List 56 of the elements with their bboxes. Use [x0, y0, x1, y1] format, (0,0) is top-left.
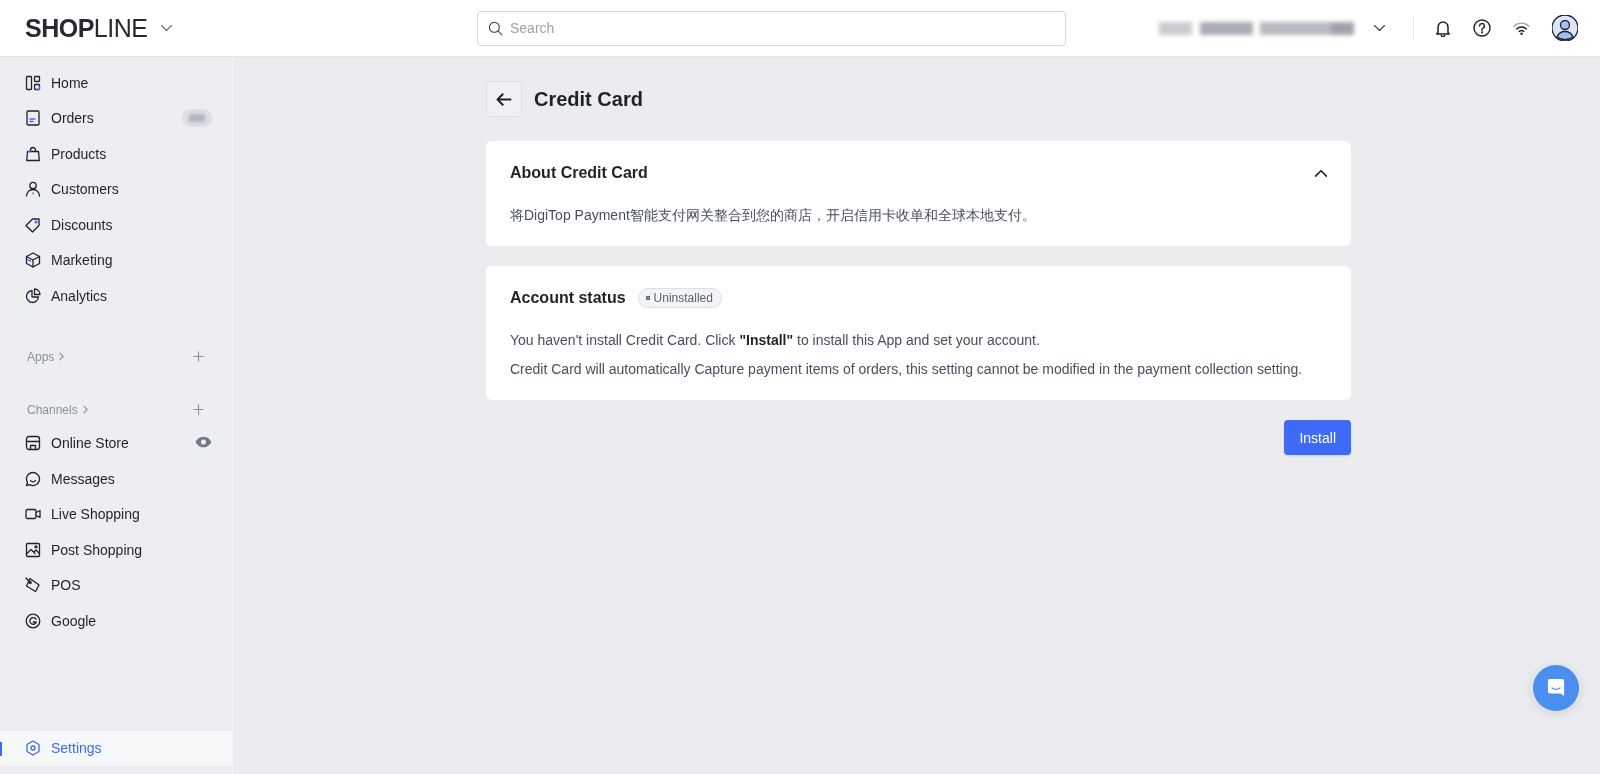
nav-item[interactable]: Marketing [0, 242, 232, 278]
tag-icon [25, 216, 41, 233]
nav-item[interactable]: Analytics [0, 278, 232, 314]
chat-button[interactable] [1533, 665, 1579, 711]
chevron-up-icon[interactable] [1315, 169, 1327, 177]
blurred-badge [182, 109, 212, 128]
nav-item[interactable]: Products [0, 136, 232, 172]
circle-logo-icon [25, 612, 41, 629]
nav-item[interactable]: Online Store [0, 425, 232, 461]
nav-item[interactable]: Post Shopping [0, 532, 232, 568]
cube-icon [25, 252, 41, 269]
grid-icon [25, 74, 41, 91]
arrow-left-icon [496, 92, 512, 106]
chevron-right-icon [82, 405, 88, 414]
pie-chart-icon [25, 287, 41, 304]
caret-icon[interactable] [1374, 25, 1385, 31]
nav-item[interactable]: Home [0, 65, 232, 101]
chevron-right-icon [59, 352, 65, 361]
install-button[interactable]: Install [1284, 420, 1351, 455]
nav-item[interactable]: Discounts [0, 207, 232, 243]
status-text: Uninstalled [653, 291, 713, 305]
bag-icon [25, 145, 41, 162]
nav-item[interactable]: Customers [0, 171, 232, 207]
back-button[interactable] [486, 81, 522, 117]
nav-item[interactable]: Settings [0, 730, 232, 766]
plus-icon[interactable] [193, 351, 204, 362]
caret-icon[interactable] [161, 25, 173, 31]
price-tag-icon [25, 577, 41, 594]
logo: SHOPLINE [25, 13, 148, 43]
nav-item[interactable]: Google [0, 603, 232, 639]
search-field[interactable]: Search [477, 10, 1066, 46]
settings-icon [25, 740, 41, 757]
eye-icon[interactable] [195, 436, 212, 449]
bell-icon[interactable] [1435, 19, 1451, 37]
avatar-icon[interactable] [1552, 15, 1578, 41]
page-title: Credit Card [534, 87, 643, 112]
nav-item[interactable]: Live Shopping [0, 496, 232, 532]
document-icon [25, 110, 41, 127]
card-title: Account status [510, 288, 626, 308]
description-text: You haven't install Credit Card. Click "Install" to install this App and set your account. [510, 331, 1041, 350]
description-text: Credit Card will automatically Capture payment items of orders, this setting cannot be modified in the payment collection setting. [510, 360, 1304, 379]
wifi-icon[interactable] [1513, 21, 1530, 35]
nav-item[interactable]: Orders [0, 100, 232, 136]
description-text: 将DigiTop Payment智能支付网关整合到您的商店，开启信用卡收单和全球本地支付。 [510, 206, 1037, 225]
chat-bubble-icon [25, 470, 41, 487]
plus-icon[interactable] [193, 404, 204, 415]
search-icon [488, 20, 503, 36]
card-title: About Credit Card [510, 163, 648, 183]
chat-bubble-icon [1547, 678, 1565, 698]
image-icon [25, 541, 41, 558]
active-indicator [0, 741, 2, 756]
nav-item[interactable]: POS [0, 567, 232, 603]
help-icon[interactable] [1473, 19, 1491, 37]
person-icon [25, 181, 41, 198]
nav-item[interactable]: Messages [0, 461, 232, 497]
store-icon [25, 435, 41, 452]
